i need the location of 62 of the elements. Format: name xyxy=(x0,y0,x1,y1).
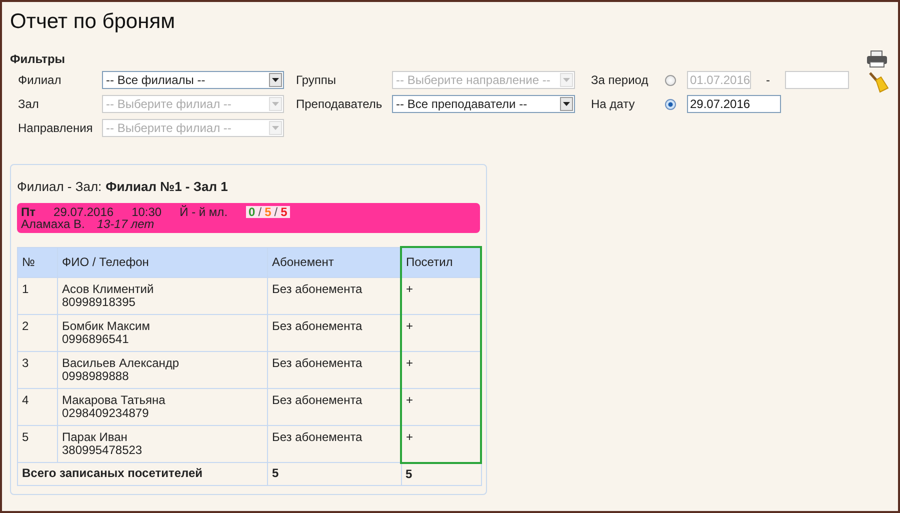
separator-text: - xyxy=(765,73,771,87)
field-label: Направления xyxy=(18,121,94,135)
phone-number: 0998989888 xyxy=(62,370,129,383)
table-cell: + xyxy=(401,388,481,426)
phone-number: 380995478523 xyxy=(62,444,144,457)
location-value: Филиал №1 - Зал 1 xyxy=(106,179,228,194)
column-header: Абонемент xyxy=(268,247,401,278)
field-label: Зал xyxy=(18,97,40,111)
age-group: 13-17 лет xyxy=(96,218,154,230)
table-cell: 5 xyxy=(401,462,481,485)
table-cell: + xyxy=(401,314,481,352)
table-cell: 5 xyxy=(18,426,58,462)
count-badge: 0 / 5 / 5 xyxy=(246,206,290,218)
table-cell: + xyxy=(401,352,481,388)
table-cell: 5 xyxy=(268,462,401,485)
caret-icon xyxy=(563,78,570,82)
person-name: Асов Климентий xyxy=(62,283,155,296)
teacher-name: Аламаха В. xyxy=(21,218,85,230)
person-name: Макарова Татьяна xyxy=(62,394,166,407)
dropdown[interactable]: -- Все преподаватели -- xyxy=(392,95,575,113)
session-time: 10:30 xyxy=(132,206,162,218)
location-label: Филиал - Зал: xyxy=(17,179,102,194)
session-date: 29.07.2016 xyxy=(54,206,114,218)
table-cell: 1 xyxy=(18,278,58,314)
person-name: Васильев Александр xyxy=(62,357,180,370)
field-label: Группы xyxy=(295,73,337,87)
caret-icon xyxy=(272,78,279,82)
radio-button[interactable] xyxy=(665,74,676,86)
table-cell: + xyxy=(401,426,481,462)
column-header: ФИО / Телефон xyxy=(58,247,268,278)
printer-icon[interactable] xyxy=(866,50,888,68)
table-cell: 3 xyxy=(18,352,58,388)
date-field[interactable] xyxy=(785,71,849,89)
column-header: Посетил xyxy=(401,247,481,278)
total-label: Всего записаных посетителей xyxy=(18,462,268,485)
field-label: Филиал xyxy=(18,73,62,87)
filters-heading: Фильтры xyxy=(10,52,66,66)
field-label: На дату xyxy=(591,97,636,111)
broom-icon[interactable] xyxy=(867,71,889,93)
date-field[interactable]: 29.07.2016 xyxy=(687,95,781,113)
date-field[interactable]: 01.07.2016 xyxy=(687,71,751,89)
person-name: Парак Иван xyxy=(62,431,128,444)
page-title: Отчет по броням xyxy=(10,9,176,35)
person-name: Бомбик Максим xyxy=(62,320,151,333)
radio-button[interactable] xyxy=(665,98,676,110)
field-label: Преподаватель xyxy=(295,97,384,111)
caret-icon xyxy=(563,102,570,106)
session-group: Й - й мл. xyxy=(180,206,228,218)
caret-icon xyxy=(272,126,279,130)
table-cell: 2 xyxy=(18,314,58,352)
table-cell: 4 xyxy=(18,388,58,426)
separator-text: / xyxy=(274,205,278,219)
caret-icon xyxy=(272,102,279,106)
field-label: За период xyxy=(591,73,650,87)
phone-number: 0996896541 xyxy=(62,333,130,346)
phone-number: 0298409234879 xyxy=(62,407,150,420)
column-header: № xyxy=(18,247,58,278)
separator-text: / xyxy=(258,205,262,219)
session-day: Пт xyxy=(21,206,36,218)
phone-number: 80998918395 xyxy=(62,296,136,309)
dropdown[interactable]: -- Все филиалы -- xyxy=(102,71,284,89)
table-cell: + xyxy=(401,278,481,314)
